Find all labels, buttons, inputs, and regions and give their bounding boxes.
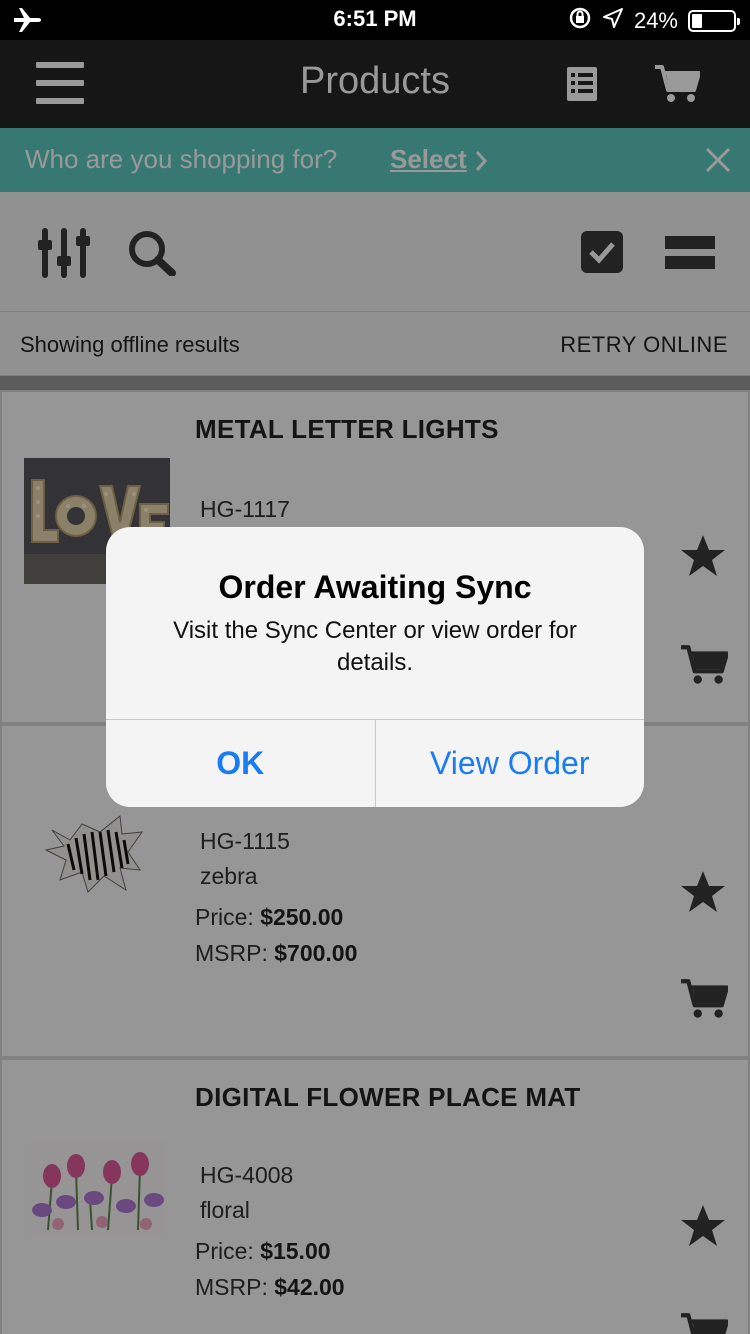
location-arrow-icon [602,7,624,35]
alert-title: Order Awaiting Sync [218,569,532,605]
alert-message: Visit the Sync Center or view order for … [173,617,577,676]
battery-icon [688,10,740,32]
alert-buttons: OK View Order [106,719,644,807]
rotation-lock-icon [568,6,592,36]
ok-button[interactable]: OK [106,720,376,807]
battery-percent: 24% [633,8,678,33]
status-bar: 6:51 PM 24% [0,0,750,40]
view-order-button[interactable]: View Order [376,720,645,807]
sync-alert-dialog: Order Awaiting Sync Visit the Sync Cente… [106,527,644,807]
